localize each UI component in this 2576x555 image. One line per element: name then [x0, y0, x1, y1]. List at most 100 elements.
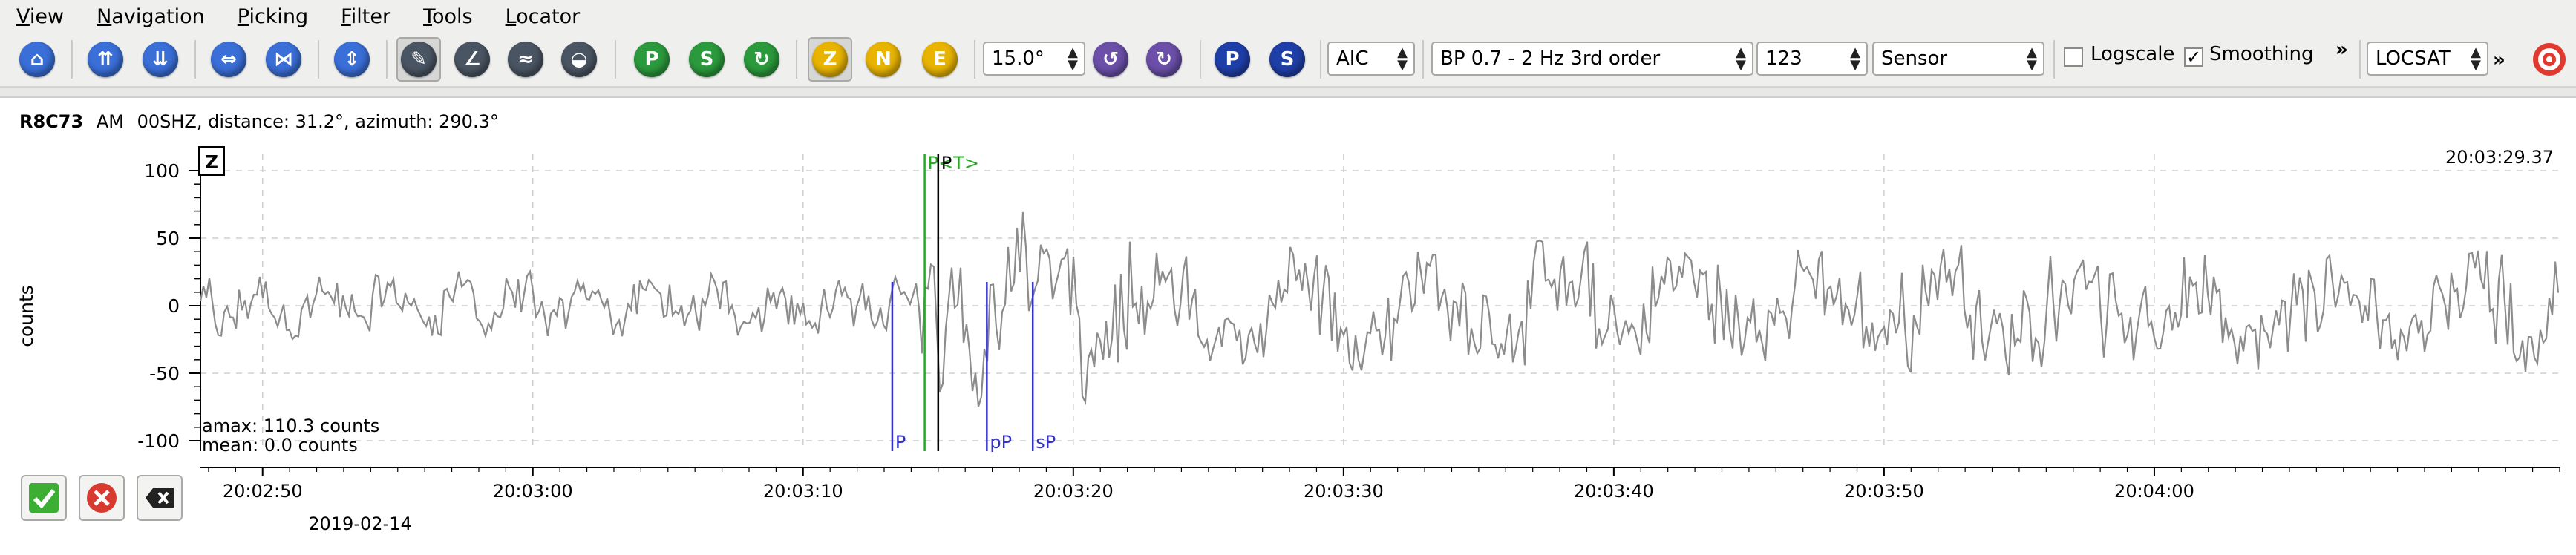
filter-value: BP 0.7 - 2 Hz 3rd order: [1440, 47, 1661, 70]
unit-mode-select[interactable]: Sensor ▲ ▼: [1872, 42, 2044, 76]
tool-button-3[interactable]: ≈: [503, 37, 548, 82]
measure-tool-button[interactable]: ✎: [396, 37, 441, 82]
grid: [200, 154, 2560, 451]
x-tick-label: 20:03:50: [1844, 481, 1924, 502]
tool-button-2[interactable]: ∠: [450, 37, 494, 82]
toolbar-separator: [615, 40, 616, 79]
chevrons-up-icon: ⇈: [88, 42, 123, 77]
y-tick-label: -100: [137, 430, 180, 452]
pick-label: P: [895, 432, 906, 453]
accept-button[interactable]: [21, 475, 67, 521]
locate-button[interactable]: [2527, 37, 2572, 82]
updown-icon: ▲ ▼: [1397, 45, 1408, 73]
pick-refresh-button[interactable]: ↻: [739, 37, 784, 82]
picker-method-select[interactable]: AIC ▲ ▼: [1327, 42, 1415, 76]
menu-tools[interactable]: Tools: [423, 5, 473, 28]
component-n-icon: N: [866, 42, 901, 77]
x-tick-label: 20:03:10: [763, 481, 843, 502]
amax-label: amax: 110.3 counts: [202, 416, 379, 436]
component-n-button[interactable]: N: [861, 37, 906, 82]
menu-bar: View Navigation Picking Filter Tools Loc…: [0, 0, 2576, 33]
menu-locator[interactable]: Locator: [506, 5, 581, 28]
unit-mode-value: Sensor: [1881, 47, 1948, 70]
toolbar-overflow-icon[interactable]: »: [2335, 39, 2348, 61]
x-tick-label: 20:04:00: [2114, 481, 2194, 502]
rotate-right-button[interactable]: ↻: [1142, 37, 1186, 82]
date-label: 2019-02-14: [308, 513, 411, 534]
smoothing-checkbox[interactable]: ✓: [2184, 47, 2203, 67]
scroll-up-button[interactable]: ⇈: [83, 37, 128, 82]
updown-icon: ▲ ▼: [1850, 45, 1860, 73]
home-icon: ⌂: [19, 42, 55, 77]
x-tick-label: 20:03:20: [1033, 481, 1114, 502]
align-icon: ⇕: [334, 42, 370, 77]
menu-navigation[interactable]: Navigation: [97, 5, 205, 28]
zoom-time-button[interactable]: ⋈: [261, 37, 306, 82]
reject-button[interactable]: [79, 475, 125, 521]
component-e-icon: E: [922, 42, 958, 77]
filter-code-value: 123: [1765, 47, 1802, 70]
checkmark-icon: [29, 483, 59, 513]
backspace-icon: [146, 488, 174, 508]
pick-label: sP: [1036, 432, 1056, 453]
locator-select[interactable]: LOCSAT ▲ ▼: [2367, 42, 2488, 76]
phase-p-icon: P: [1215, 42, 1250, 77]
picker-method-value: AIC: [1336, 47, 1369, 70]
chevrons-down-icon: ⇊: [143, 42, 178, 77]
component-e-button[interactable]: E: [918, 37, 962, 82]
toolbar-separator: [796, 40, 797, 79]
pick-p-icon: P: [634, 42, 670, 77]
home-button[interactable]: ⌂: [15, 37, 59, 82]
toolbar-separator: [318, 40, 319, 79]
x-tick-label: 20:03:40: [1574, 481, 1654, 502]
mean-label: mean: 0.0 counts: [202, 435, 358, 456]
seismogram-plot[interactable]: counts 100500-50-100 20:02:50 20:03:00 20:…: [0, 141, 2576, 554]
scroll-down-button[interactable]: ⇊: [138, 37, 183, 82]
spectrum-icon: ◒: [561, 42, 597, 77]
x-tick-label: 20:02:50: [223, 481, 303, 502]
pick-label: P: [941, 153, 952, 174]
toolbar: ⌂ ⇈ ⇊ ⇔ ⋈ ⇕ ✎ ∠ ≈ ◒ P S ↻ Z N E 15.0° ▲ ▼ …: [0, 33, 2576, 88]
y-axis: 100 50 0 -50 -100: [137, 154, 201, 452]
y-tick-label: 50: [156, 228, 180, 249]
menu-picking[interactable]: Picking: [238, 5, 308, 28]
logscale-label[interactable]: Logscale: [2090, 43, 2174, 65]
filter-code-select[interactable]: 123 ▲ ▼: [1756, 42, 1868, 76]
phase-p-button[interactable]: P: [1210, 37, 1255, 82]
toolbar-separator: [974, 40, 975, 79]
toolbar-overflow-icon-2[interactable]: »: [2493, 49, 2505, 71]
smoothing-label[interactable]: Smoothing: [2209, 43, 2314, 65]
align-button[interactable]: ⇕: [330, 37, 374, 82]
y-tick-label: 100: [144, 160, 180, 182]
logscale-checkbox[interactable]: [2064, 47, 2083, 67]
clear-button[interactable]: [137, 475, 183, 521]
toolbar-separator: [2359, 40, 2361, 79]
component-z-button[interactable]: Z: [808, 37, 852, 82]
updown-icon: ▲ ▼: [2471, 45, 2481, 73]
toolbar-separator: [1320, 40, 1321, 79]
pick-p-button[interactable]: P: [630, 37, 674, 82]
close-icon: [87, 483, 117, 513]
pick-s-button[interactable]: S: [684, 37, 729, 82]
toolbar-separator: [2053, 40, 2055, 79]
network-code: AM: [96, 111, 124, 132]
scroll-left-button[interactable]: ⇔: [206, 37, 251, 82]
phase-s-icon: S: [1269, 42, 1305, 77]
time-readout: 20:03:29.37: [2445, 147, 2554, 168]
filter-select[interactable]: BP 0.7 - 2 Hz 3rd order ▲ ▼: [1431, 42, 1753, 76]
menu-view[interactable]: View: [16, 5, 64, 28]
waveform-trace: [199, 211, 2560, 407]
zoom-spinbox[interactable]: 15.0° ▲ ▼: [983, 42, 1085, 76]
rotate-icon: ↺: [1093, 42, 1128, 77]
menu-filter[interactable]: Filter: [341, 5, 390, 28]
y-axis-label: counts: [16, 285, 37, 347]
pick-s-icon: S: [689, 42, 725, 77]
channel-code: 00SHZ: [137, 111, 197, 132]
rotate-left-button[interactable]: ↺: [1088, 37, 1133, 82]
phase-s-button[interactable]: S: [1265, 37, 1310, 82]
tool-button-4[interactable]: ◒: [557, 37, 601, 82]
zoom-value: 15.0°: [992, 47, 1045, 70]
zoom-horizontal-icon: ⋈: [266, 42, 301, 77]
updown-icon: ▲ ▼: [1736, 45, 1746, 73]
pick-label: pP: [990, 432, 1012, 453]
